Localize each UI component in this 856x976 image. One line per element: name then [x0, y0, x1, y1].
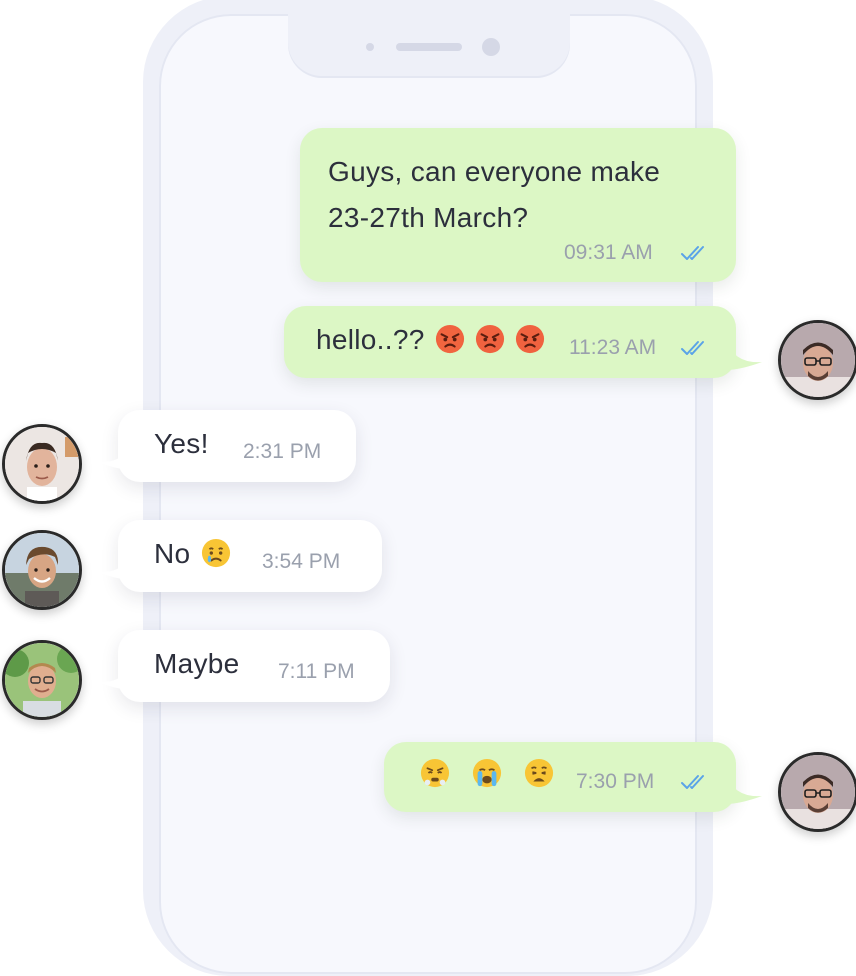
message-text-line-1: Guys, can everyone make — [328, 156, 661, 187]
avatar-image — [781, 323, 855, 397]
avatar-image — [5, 643, 79, 717]
man-outdoor-glasses-avatar[interactable] — [2, 640, 82, 720]
message-text: Maybe — [154, 648, 240, 679]
message-bubble-sent[interactable]: 7:30 PM — [384, 742, 736, 812]
man-short-hair-avatar[interactable] — [2, 424, 82, 504]
steam-nose-face-icon — [420, 758, 450, 788]
read-ticks-icon — [681, 775, 704, 789]
message-time: 3:54 PM — [262, 550, 341, 573]
man-glasses-avatar[interactable] — [778, 320, 856, 400]
weary-face-icon — [525, 758, 554, 788]
message-time: 7:30 PM — [576, 770, 655, 793]
angry-face-icon — [435, 324, 464, 354]
bubble-tail — [726, 774, 762, 804]
angry-face-icon — [515, 324, 544, 354]
message-text: hello..?? — [316, 324, 545, 356]
avatar-image — [781, 755, 855, 829]
angry-face-icon — [475, 324, 504, 354]
message-text: No — [154, 538, 231, 570]
notch-speaker — [396, 43, 462, 51]
avatar-image — [5, 533, 79, 607]
message-text-line-2: 23-27th March? — [328, 202, 529, 233]
message-time: 09:31 AM — [564, 241, 653, 264]
read-ticks-icon — [681, 246, 704, 260]
read-ticks-icon — [681, 341, 704, 355]
message-bubble-received[interactable]: No 3:54 PM — [118, 520, 382, 592]
bubble-tail — [97, 660, 133, 690]
notch-camera — [482, 38, 500, 56]
message-bubble-sent[interactable]: hello..?? 11:23 AM — [284, 306, 736, 378]
message-bubble-sent[interactable]: Guys, can everyone make 23-27th March? 0… — [300, 128, 736, 282]
avatar-image — [5, 427, 79, 501]
man-glasses-avatar[interactable] — [778, 752, 856, 832]
message-emojis — [418, 758, 554, 790]
message-bubble-received[interactable]: Yes! 2:31 PM — [118, 410, 356, 482]
message-time: 2:31 PM — [243, 440, 322, 463]
bubble-tail — [97, 550, 133, 580]
message-text-content: hello..?? — [316, 324, 425, 355]
bubble-tail — [726, 340, 762, 370]
notch-sensor-dot — [366, 43, 374, 51]
bubble-tail — [97, 440, 133, 470]
message-text: Yes! — [154, 428, 209, 459]
crying-face-icon — [201, 538, 230, 568]
message-text-content: No — [154, 538, 191, 569]
message-time: 11:23 AM — [569, 336, 657, 359]
loudly-crying-face-icon — [473, 758, 502, 788]
message-bubble-received[interactable]: Maybe 7:11 PM — [118, 630, 390, 702]
message-time: 7:11 PM — [278, 660, 355, 683]
man-smiling-avatar[interactable] — [2, 530, 82, 610]
